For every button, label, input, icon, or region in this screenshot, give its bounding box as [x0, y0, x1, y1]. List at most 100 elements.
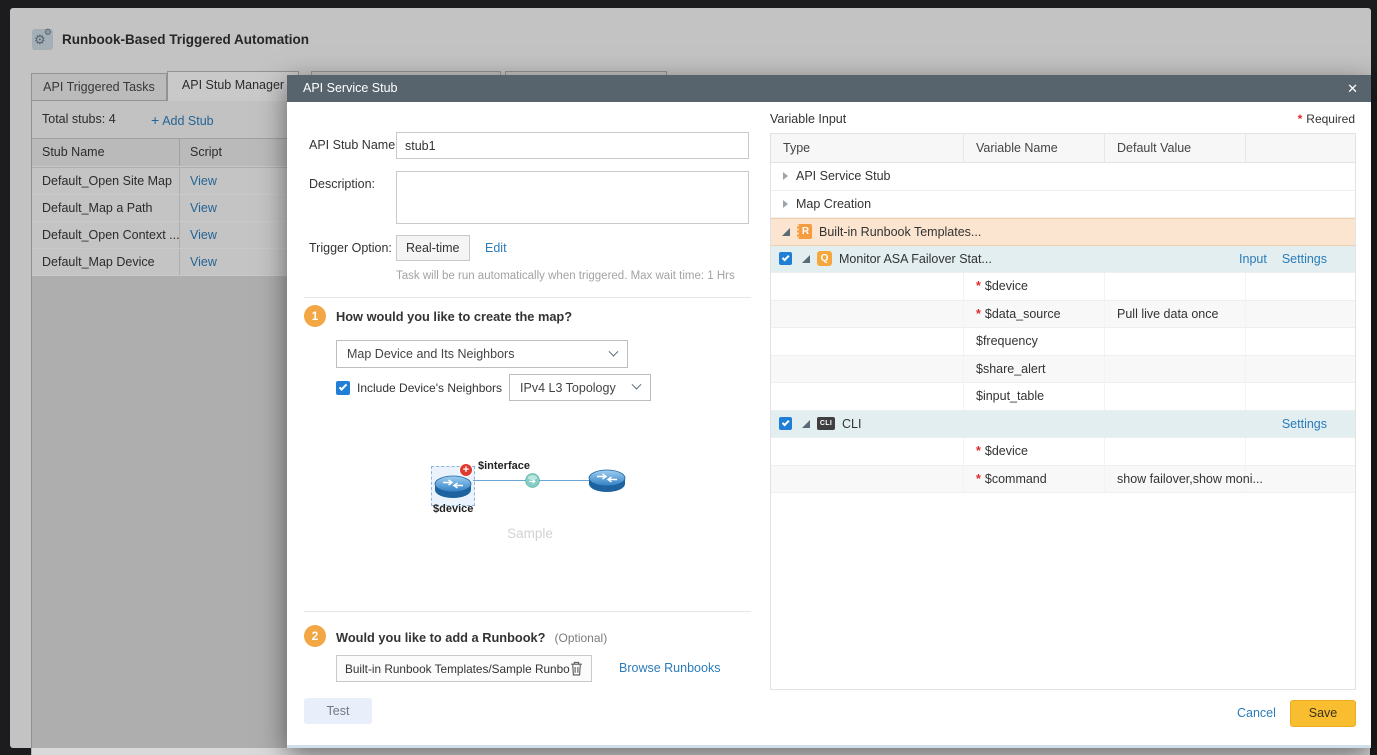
type-cell	[771, 355, 964, 382]
variable-name-cell: * $command	[964, 465, 1105, 492]
variable-row[interactable]: $share_alert	[771, 355, 1355, 383]
variable-row-grid: * $device	[771, 273, 1355, 300]
required-note: * Required	[1297, 112, 1355, 126]
description-label: Description:	[309, 177, 375, 191]
variable-row-grid: $share_alert	[771, 355, 1355, 382]
variable-name: $device	[984, 444, 1028, 459]
group-label: API Service Stub	[796, 169, 891, 184]
api-stub-name-input[interactable]	[396, 132, 749, 159]
expand-icon[interactable]	[802, 254, 810, 263]
required-asterisk: *	[976, 444, 981, 459]
variable-name: $frequency	[976, 334, 1038, 349]
variable-row[interactable]: CLI CLI Settings	[771, 410, 1355, 438]
variable-name-cell: * $data_source	[964, 300, 1105, 327]
edit-trigger-link[interactable]: Edit	[485, 241, 507, 255]
row-checkbox[interactable]	[779, 417, 792, 431]
variable-row[interactable]: $frequency	[771, 328, 1355, 356]
row-actions: Settings	[1282, 411, 1327, 438]
variable-row[interactable]: * $data_source Pull live data once	[771, 300, 1355, 328]
variable-row[interactable]: Map Creation	[771, 191, 1355, 218]
step-2-question: Would you like to add a Runbook? (Optiona…	[336, 630, 608, 645]
variable-table-header: Type Variable Name Default Value	[771, 134, 1355, 163]
browse-runbooks-link[interactable]: Browse Runbooks	[619, 661, 720, 675]
required-asterisk: *	[1297, 112, 1303, 126]
close-icon[interactable]: ✕	[1347, 75, 1358, 102]
variable-row-grid: * $data_source Pull live data once	[771, 300, 1355, 327]
default-value-cell	[1105, 328, 1246, 355]
trigger-option-value: Real-time	[396, 235, 470, 261]
default-value-cell: show failover,show moni...	[1105, 465, 1263, 492]
variable-row[interactable]: R Built-in Runbook Templates...	[771, 218, 1355, 246]
trigger-hint: Task will be run automatically when trig…	[396, 270, 735, 282]
router-icon	[588, 469, 626, 492]
variable-row[interactable]: * $device	[771, 273, 1355, 301]
include-neighbors-row: Include Device's Neighbors IPv4 L3 Topol…	[336, 374, 652, 401]
node-label: Monitor ASA Failover Stat...	[839, 251, 992, 266]
expand-icon[interactable]	[802, 419, 810, 428]
topology-value: IPv4 L3 Topology	[520, 380, 616, 395]
sample-caption: Sample	[507, 526, 553, 541]
chevron-down-icon	[608, 346, 619, 357]
column-header-type: Type	[771, 134, 964, 162]
expand-icon[interactable]	[782, 227, 790, 236]
check-icon	[338, 381, 348, 391]
cli-icon: CLI	[817, 417, 835, 431]
type-cell	[771, 438, 964, 465]
variable-name: $command	[984, 471, 1047, 486]
variable-row[interactable]: $input_table	[771, 383, 1355, 411]
trigger-option-label: Trigger Option:	[309, 241, 392, 255]
map-type-value: Map Device and Its Neighbors	[347, 347, 515, 361]
cancel-button[interactable]: Cancel	[1237, 706, 1276, 720]
group-row-content: API Service Stub	[771, 163, 1355, 190]
variable-row[interactable]: API Service Stub	[771, 163, 1355, 191]
variable-row[interactable]: Q Monitor ASA Failover Stat... Input Settin…	[771, 245, 1355, 273]
actions-cell	[1246, 383, 1355, 410]
variable-row[interactable]: * $device	[771, 438, 1355, 466]
variable-name: $input_table	[976, 389, 1045, 404]
column-header-variable-name: Variable Name	[964, 134, 1105, 162]
step-1-badge: 1	[304, 305, 326, 327]
api-stub-name-label: API Stub Name:	[309, 138, 399, 152]
map-type-select[interactable]: Map Device and Its Neighbors	[336, 340, 628, 368]
variable-table-body: API Service Stub Map Creation R Built-in Ru…	[771, 163, 1355, 493]
step-1-question: How would you like to create the map?	[336, 309, 573, 324]
type-cell	[771, 465, 964, 492]
selected-runbook-field: Built-in Runbook Templates/Sample Runbo.…	[336, 655, 592, 682]
input-link[interactable]: Input	[1239, 252, 1267, 266]
node-label: CLI	[842, 416, 862, 431]
settings-link[interactable]: Settings	[1282, 252, 1327, 266]
check-icon	[781, 253, 790, 262]
collapse-icon[interactable]	[783, 172, 788, 181]
media-node-icon	[525, 473, 540, 488]
optional-label: (Optional)	[554, 631, 608, 645]
row-actions: Input Settings	[1239, 246, 1327, 273]
group-row-content: Map Creation	[771, 191, 1355, 218]
include-neighbors-checkbox[interactable]	[336, 380, 350, 395]
settings-link[interactable]: Settings	[1282, 417, 1327, 431]
actions-cell	[1246, 438, 1355, 465]
variable-row-grid: $frequency	[771, 328, 1355, 355]
default-value-cell	[1105, 383, 1246, 410]
default-value-cell	[1105, 355, 1246, 382]
topology-select[interactable]: IPv4 L3 Topology	[509, 374, 652, 401]
type-cell	[771, 273, 964, 300]
collapse-icon[interactable]	[783, 199, 788, 208]
check-icon	[781, 418, 790, 427]
plus-badge-icon: +	[459, 463, 473, 477]
save-button[interactable]: Save	[1290, 700, 1356, 727]
trash-icon[interactable]	[570, 661, 583, 676]
row-checkbox[interactable]	[779, 252, 792, 266]
variable-name: $share_alert	[976, 361, 1046, 376]
type-cell	[771, 300, 964, 327]
column-header-default-value: Default Value	[1105, 134, 1246, 162]
test-button[interactable]: Test	[304, 698, 372, 724]
required-asterisk: *	[976, 306, 981, 321]
step-2-badge: 2	[304, 625, 326, 647]
type-cell	[771, 328, 964, 355]
runbook-row-content: R Built-in Runbook Templates...	[771, 219, 1355, 245]
description-input[interactable]	[396, 171, 749, 224]
required-asterisk: *	[976, 471, 981, 486]
divider	[304, 611, 751, 612]
variable-row[interactable]: * $command show failover,show moni...	[771, 465, 1355, 493]
runbook-label: Built-in Runbook Templates...	[819, 224, 982, 239]
